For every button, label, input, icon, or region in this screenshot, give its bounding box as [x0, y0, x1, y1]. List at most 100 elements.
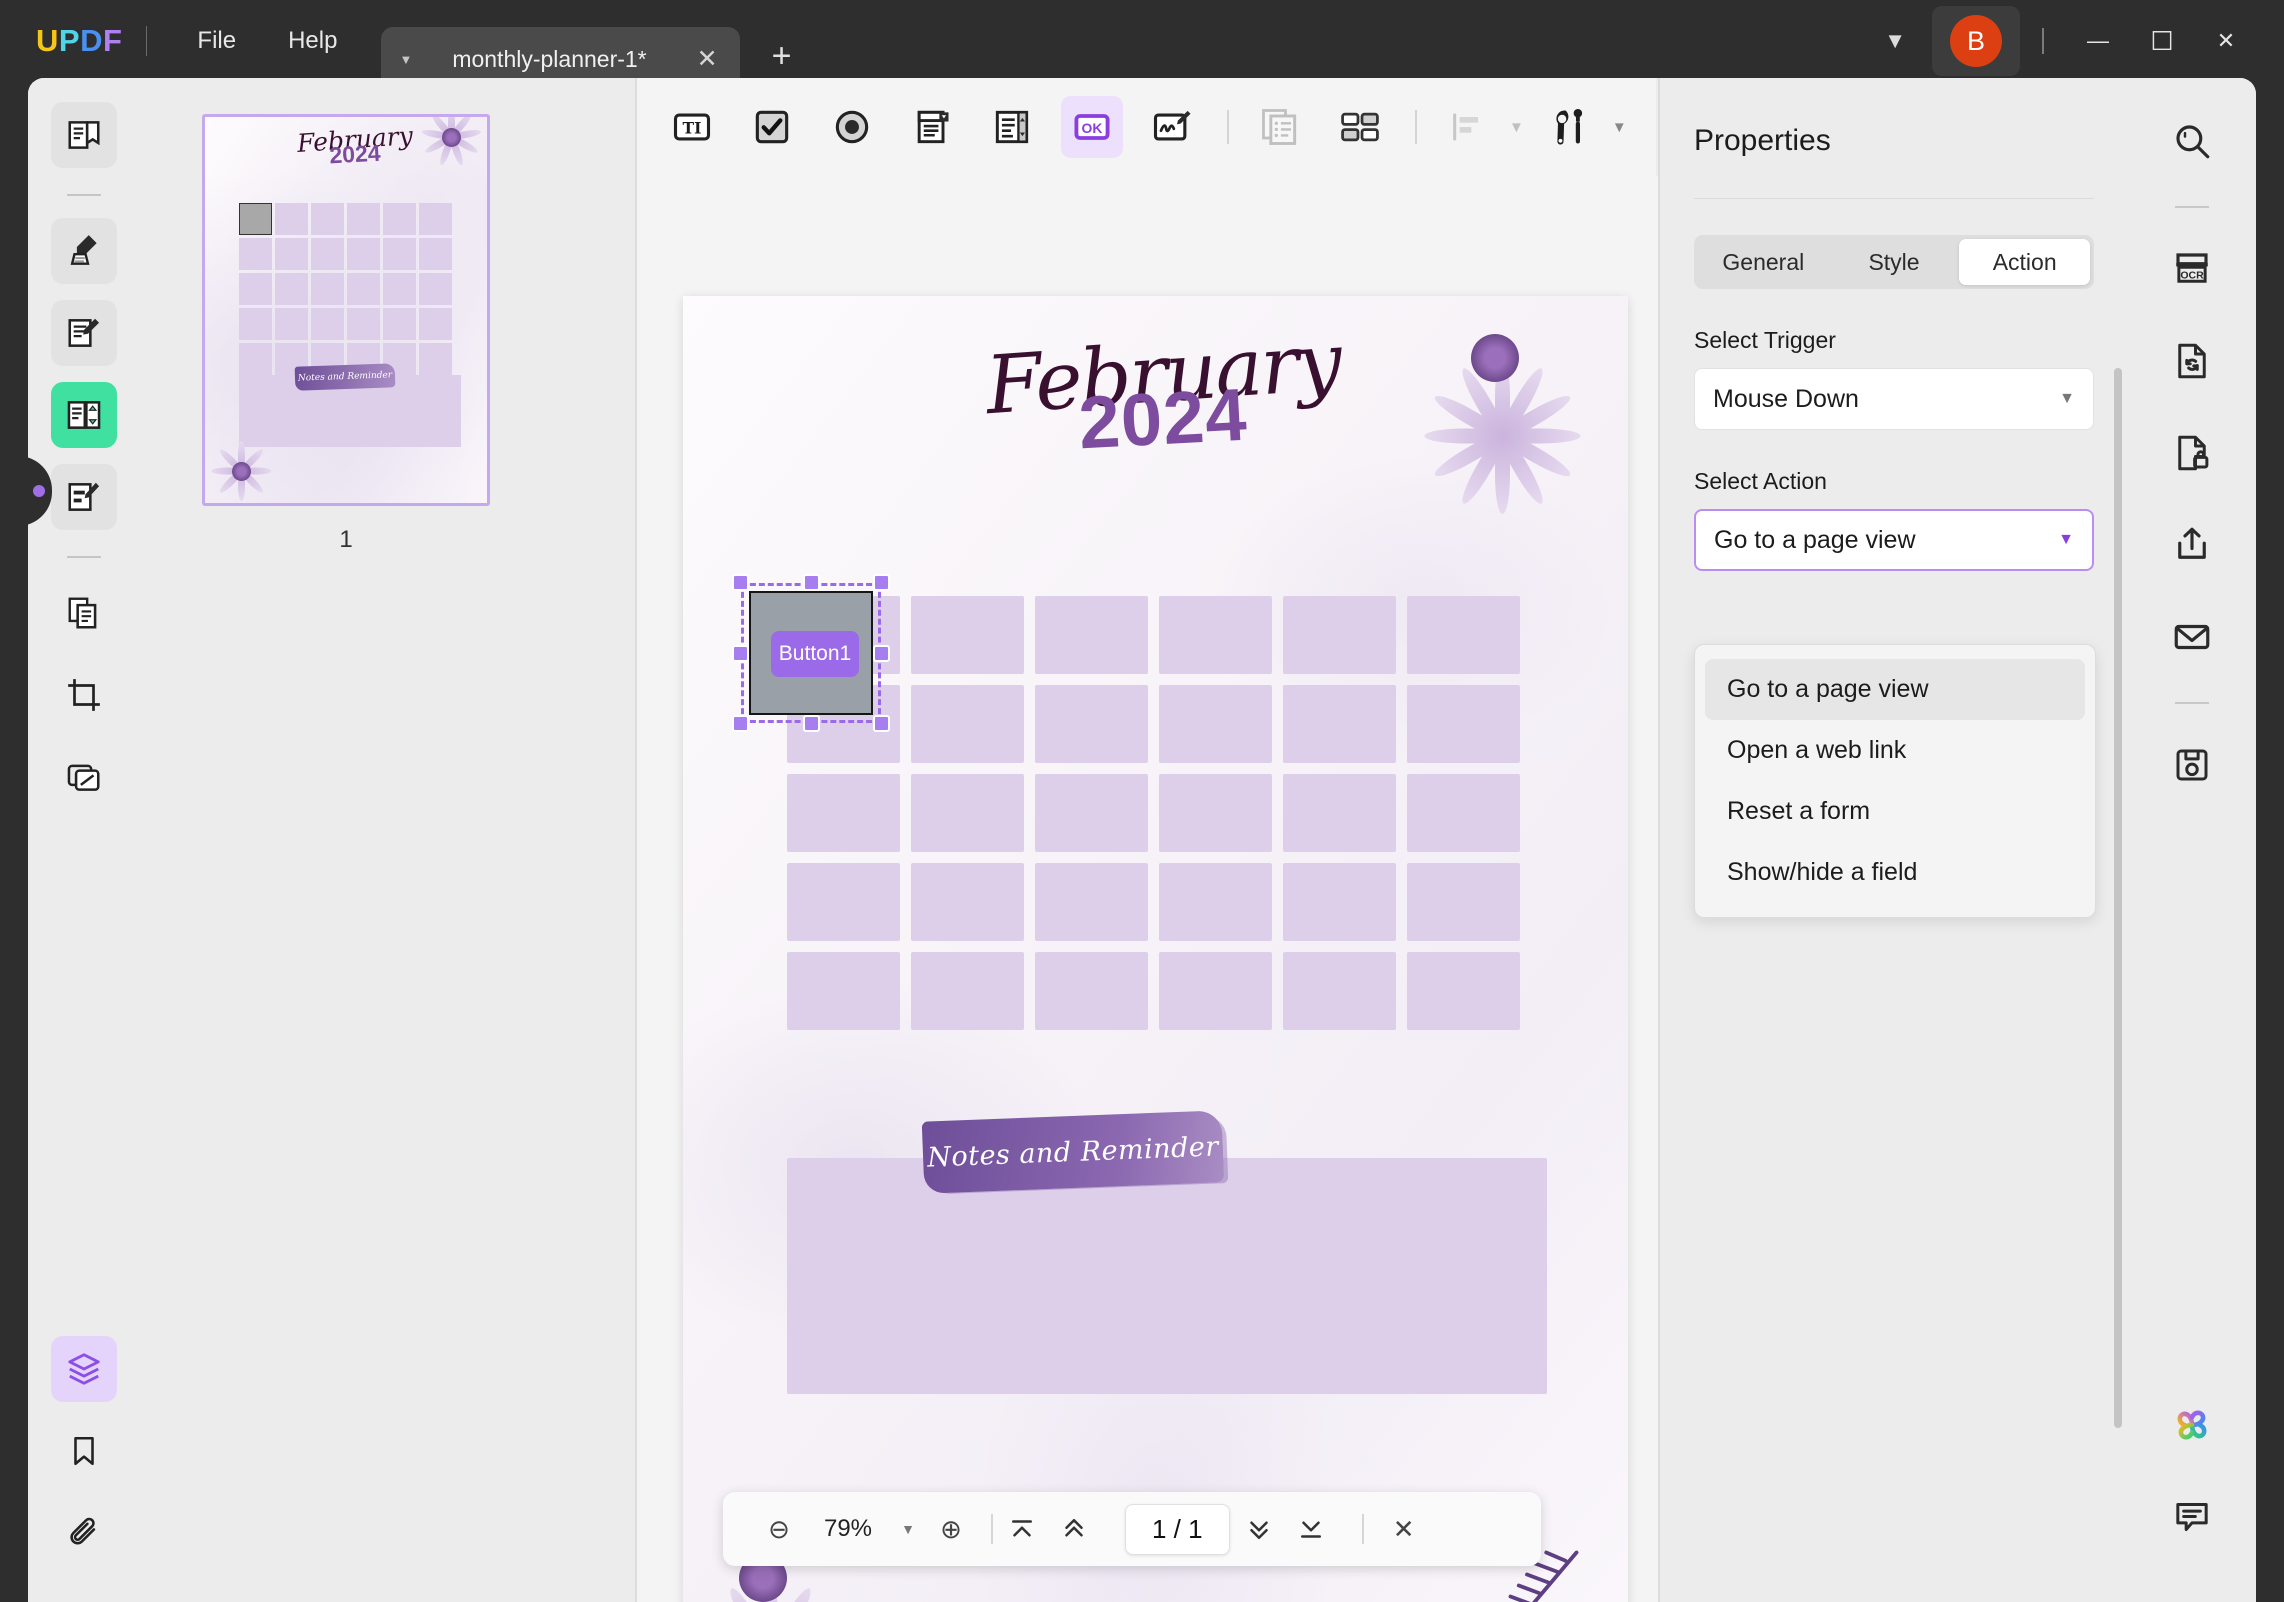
push-button-icon[interactable]: OK: [1061, 96, 1123, 158]
page-title: February 2024: [963, 315, 1363, 465]
window-chevron-down-icon[interactable]: ▼: [1858, 28, 1932, 54]
page-number-input[interactable]: 1 / 1: [1125, 1503, 1230, 1555]
align-icon[interactable]: [1437, 96, 1499, 158]
share-icon[interactable]: [2159, 512, 2225, 578]
text-field-icon[interactable]: TI: [661, 96, 723, 158]
toolbar-divider-1: [1227, 110, 1229, 144]
select-action-dropdown[interactable]: Go to a page view ▼: [1694, 509, 2094, 571]
thumbnail-item[interactable]: February 2024 Notes and Reminder 1: [202, 114, 490, 554]
menu-file[interactable]: File: [171, 17, 262, 65]
sidebar-item-prepare-form[interactable]: [51, 464, 117, 530]
document-viewer[interactable]: February 2024 Notes and Reminder Button1…: [637, 176, 1658, 1602]
ai-assistant-icon[interactable]: [2159, 1392, 2225, 1458]
option-open-a-web-link[interactable]: Open a web link: [1705, 720, 2085, 781]
protect-icon[interactable]: [2159, 420, 2225, 486]
thumb-flower-bottom-left: [211, 441, 271, 501]
search-icon[interactable]: [2159, 108, 2225, 174]
sidebar-item-reader[interactable]: [51, 102, 117, 168]
tab-action[interactable]: Action: [1959, 239, 2091, 285]
resize-handle-sw[interactable]: [732, 715, 749, 732]
sidebar-collapse-handle[interactable]: [28, 456, 52, 526]
signature-field-icon[interactable]: [1141, 96, 1203, 158]
properties-panel: Properties General Style Action Select T…: [1658, 78, 2128, 1602]
resize-handle-ne[interactable]: [873, 574, 890, 591]
minimize-icon[interactable]: —: [2066, 28, 2130, 54]
ocr-icon[interactable]: OCR: [2159, 236, 2225, 302]
close-navbar-icon[interactable]: ✕: [1378, 1514, 1430, 1545]
left-toolbar-rail: [28, 78, 140, 1602]
window-close-icon[interactable]: ✕: [2194, 28, 2258, 54]
zoom-out-icon[interactable]: ⊖: [753, 1514, 805, 1545]
checkbox-icon[interactable]: [741, 96, 803, 158]
avatar: B: [1950, 15, 2002, 67]
right-toolbar-rail: OCR: [2128, 78, 2256, 1602]
select-action-value: Go to a page view: [1714, 525, 1916, 554]
option-reset-a-form[interactable]: Reset a form: [1705, 781, 2085, 842]
select-trigger-value: Mouse Down: [1713, 384, 1859, 413]
new-tab-plus-icon[interactable]: +: [772, 37, 792, 76]
tab-close-icon[interactable]: ✕: [689, 44, 726, 74]
properties-scrollbar[interactable]: [2114, 368, 2122, 1428]
sidebar-item-batch[interactable]: [51, 744, 117, 810]
notes-banner: Notes and Reminder: [921, 1110, 1225, 1194]
sidebar-item-comment[interactable]: [51, 218, 117, 284]
save-icon[interactable]: [2159, 732, 2225, 798]
form-list-icon[interactable]: [1249, 96, 1311, 158]
flower-bottom-left: [725, 1554, 816, 1602]
prev-page-icon[interactable]: [1059, 1514, 1111, 1544]
option-show-hide-a-field[interactable]: Show/hide a field: [1705, 842, 2085, 903]
sidebar-item-layers[interactable]: [51, 1336, 117, 1402]
convert-file-icon[interactable]: [2159, 328, 2225, 394]
resize-handle-se[interactable]: [873, 715, 890, 732]
resize-handle-n[interactable]: [803, 574, 820, 591]
next-page-icon[interactable]: [1244, 1514, 1296, 1544]
comment-icon[interactable]: [2159, 1484, 2225, 1550]
dropdown-icon[interactable]: [901, 96, 963, 158]
sidebar-item-organize-pages[interactable]: [51, 382, 117, 448]
tile-layout-icon[interactable]: [1329, 96, 1391, 158]
notes-banner-text: Notes and Reminder: [926, 1130, 1220, 1174]
select-action-label: Select Action: [1694, 468, 1827, 494]
resize-handle-w[interactable]: [732, 645, 749, 662]
option-go-to-a-page-view[interactable]: Go to a page view: [1705, 659, 2085, 720]
align-chevron-down-icon[interactable]: ▼: [1509, 119, 1524, 136]
left-rail-bottom: [28, 1336, 140, 1582]
sidebar-item-crop[interactable]: [51, 662, 117, 728]
menu-help[interactable]: Help: [262, 17, 363, 65]
resize-handle-s[interactable]: [803, 715, 820, 732]
tab-chevron-down-icon[interactable]: ▼: [399, 52, 412, 67]
resize-handle-nw[interactable]: [732, 574, 749, 591]
action-options-menu: Go to a page view Open a web link Reset …: [1694, 644, 2096, 918]
logo-letter-u: U: [36, 23, 59, 58]
form-field-selection[interactable]: Button1: [732, 574, 890, 732]
form-toolbar: TI OK ▼ ▼: [637, 78, 1656, 176]
sidebar-item-attachment[interactable]: [51, 1500, 117, 1566]
title-bar: UPDF File Help ▼ monthly-planner-1* ✕ + …: [0, 0, 2284, 91]
list-box-icon[interactable]: [981, 96, 1043, 158]
zoom-level[interactable]: 79%: [805, 1515, 891, 1543]
first-page-icon[interactable]: [1007, 1514, 1059, 1544]
logo-letter-p: P: [58, 23, 81, 58]
radio-button-icon[interactable]: [821, 96, 883, 158]
zoom-in-icon[interactable]: ⊕: [925, 1514, 977, 1545]
tab-general[interactable]: General: [1698, 239, 1829, 285]
tab-style[interactable]: Style: [1829, 239, 1960, 285]
last-page-icon[interactable]: [1296, 1514, 1348, 1544]
zoom-chevron-down-icon[interactable]: ▼: [891, 1521, 925, 1537]
pdf-page[interactable]: February 2024 Notes and Reminder Button1: [683, 296, 1628, 1602]
logo-letter-f: F: [102, 23, 123, 58]
sidebar-item-convert[interactable]: [51, 580, 117, 646]
sidebar-item-edit-pdf[interactable]: [51, 300, 117, 366]
sidebar-item-bookmark[interactable]: [51, 1418, 117, 1484]
maximize-icon[interactable]: ☐: [2130, 26, 2194, 57]
thumbnail-page-number: 1: [339, 526, 353, 553]
tools-icon[interactable]: [1540, 96, 1602, 158]
resize-handle-e[interactable]: [873, 645, 890, 662]
calendar-row: [787, 596, 1547, 674]
thumbnail-page-1[interactable]: February 2024 Notes and Reminder: [202, 114, 490, 506]
email-icon[interactable]: [2159, 604, 2225, 670]
account-button[interactable]: B: [1932, 6, 2020, 76]
select-trigger-dropdown[interactable]: Mouse Down ▼: [1694, 368, 2094, 430]
tools-chevron-down-icon[interactable]: ▼: [1612, 119, 1627, 136]
toolbar-divider-2: [1415, 110, 1417, 144]
